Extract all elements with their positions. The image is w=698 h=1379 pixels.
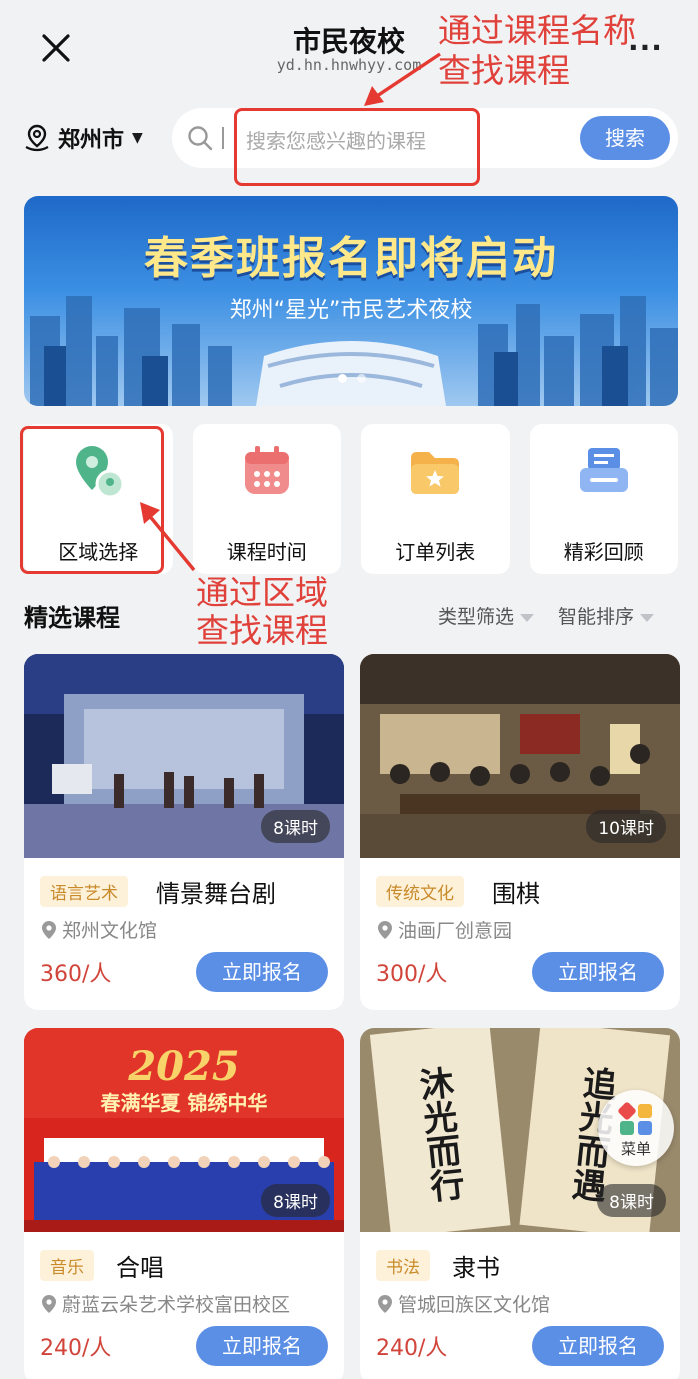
course-hours-badge: 8课时 <box>261 1184 330 1217</box>
annotation-box-search <box>234 108 480 186</box>
annotation-arrow-area <box>140 502 196 572</box>
grid-item-time[interactable]: 课程时间 <box>192 424 341 574</box>
course-location-text: 蔚蓝云朵艺术学校富田校区 <box>62 1294 291 1316</box>
annotation-area-line2: 查找课程 <box>196 611 328 650</box>
annotation-area-line1: 通过区域 <box>196 573 328 612</box>
location-pin-icon <box>42 1294 56 1313</box>
location-pin-icon <box>42 920 56 939</box>
menu-label: 菜单 <box>620 1140 651 1158</box>
course-category-tag: 书法 <box>376 1250 430 1281</box>
city-selector[interactable]: 郑州市 ▼ <box>22 118 143 158</box>
annotation-search-line1: 通过课程名称 <box>438 11 636 50</box>
course-name: 情景舞台剧 <box>156 880 276 908</box>
grid-item-label: 精彩回顾 <box>563 540 644 564</box>
folder-star-icon <box>411 452 459 494</box>
course-hours-badge: 8课时 <box>597 1184 666 1217</box>
caret-down-icon: ▼ <box>132 130 143 146</box>
course-name: 围棋 <box>492 880 540 908</box>
course-location-text: 油画厂创意园 <box>398 920 513 942</box>
grid-item-label: 课程时间 <box>226 540 307 564</box>
course-price: 240/人 <box>376 1336 448 1361</box>
course-card[interactable]: 8课时 语言艺术 情景舞台剧 郑州文化馆 360/人 立即报名 <box>24 654 344 1010</box>
promo-banner[interactable]: 春季班报名即将启动 郑州“星光”市民艺术夜校 <box>24 196 678 406</box>
course-hours-badge: 10课时 <box>586 810 666 843</box>
course-location: 蔚蓝云朵艺术学校富田校区 <box>40 1290 290 1317</box>
carousel-dot[interactable] <box>357 374 366 383</box>
printer-icon <box>579 448 628 492</box>
search-button[interactable]: 搜索 <box>580 116 670 160</box>
sort-dropdown[interactable]: 智能排序 <box>558 602 654 629</box>
carousel-dot[interactable] <box>338 374 347 383</box>
type-filter-dropdown[interactable]: 类型筛选 <box>438 602 534 629</box>
menu-grid-icon <box>620 1121 634 1135</box>
menu-grid-icon <box>638 1121 652 1135</box>
location-pin-icon <box>25 124 49 152</box>
annotation-arrow-search <box>364 52 441 106</box>
enroll-button[interactable]: 立即报名 <box>196 1326 328 1366</box>
course-price: 240/人 <box>40 1336 112 1361</box>
banner-subtitle: 郑州“星光”市民艺术夜校 <box>229 298 473 323</box>
carousel-dots <box>338 374 366 383</box>
course-name: 合唱 <box>116 1254 164 1282</box>
enroll-button[interactable]: 立即报名 <box>532 1326 664 1366</box>
enroll-button[interactable]: 立即报名 <box>532 952 664 992</box>
course-price: 360/人 <box>40 962 112 987</box>
course-name: 隶书 <box>452 1254 500 1282</box>
course-location: 郑州文化馆 <box>40 916 157 943</box>
grid-item-review[interactable]: 精彩回顾 <box>529 424 678 574</box>
course-price: 300/人 <box>376 962 448 987</box>
city-name: 郑州市 <box>58 128 125 153</box>
annotation-search-line2: 查找课程 <box>438 51 570 90</box>
location-pin-icon <box>378 1294 392 1313</box>
course-card[interactable]: 沐光而行 追光而遇 8课时 书法 隶书 管城回族区文化馆 240/人 立即报名 <box>360 1028 680 1379</box>
triangle-down-icon <box>519 613 534 622</box>
course-category-tag: 语言艺术 <box>40 876 128 907</box>
course-card[interactable]: 10课时 传统文化 围棋 油画厂创意园 300/人 立即报名 <box>360 654 680 1010</box>
choir-year-text: 2025 <box>127 1043 239 1090</box>
calendar-icon <box>244 446 289 494</box>
triangle-down-icon <box>640 613 654 622</box>
course-location-text: 管城回族区文化馆 <box>398 1294 551 1316</box>
course-category-tag: 传统文化 <box>376 876 464 907</box>
course-location-text: 郑州文化馆 <box>62 920 158 942</box>
course-category-tag: 音乐 <box>40 1250 94 1281</box>
grid-item-orders[interactable]: 订单列表 <box>361 424 510 574</box>
search-icon <box>188 126 213 151</box>
choir-slogan-text: 春满华夏 锦绣中华 <box>100 1091 268 1115</box>
menu-grid-icon <box>617 1101 637 1121</box>
app-page: 市民夜校 yd.hn.hnwhyy.com ... 郑州市 ▼ 搜索您感兴趣的课… <box>0 0 698 1379</box>
type-filter-label: 类型筛选 <box>437 606 514 628</box>
banner-title: 春季班报名即将启动 <box>144 233 558 284</box>
grid-item-label: 订单列表 <box>395 540 476 564</box>
page-domain: yd.hn.hnwhyy.com <box>276 56 422 74</box>
menu-grid-icon <box>638 1104 652 1118</box>
text-cursor <box>222 127 224 149</box>
floating-menu-button[interactable]: 菜单 <box>598 1090 674 1166</box>
course-location: 油画厂创意园 <box>376 916 512 943</box>
filter-bar: 类型筛选 智能排序 <box>438 602 654 629</box>
sort-label: 智能排序 <box>557 606 634 628</box>
enroll-button[interactable]: 立即报名 <box>196 952 328 992</box>
course-hours-badge: 8课时 <box>261 810 330 843</box>
section-title: 精选课程 <box>24 604 120 632</box>
course-card[interactable]: 2025 春满华夏 锦绣中华 8课时 音乐 合唱 蔚蓝云朵艺术学校富田校区 24… <box>24 1028 344 1379</box>
location-pin-icon <box>378 920 392 939</box>
course-location: 管城回族区文化馆 <box>376 1290 550 1317</box>
